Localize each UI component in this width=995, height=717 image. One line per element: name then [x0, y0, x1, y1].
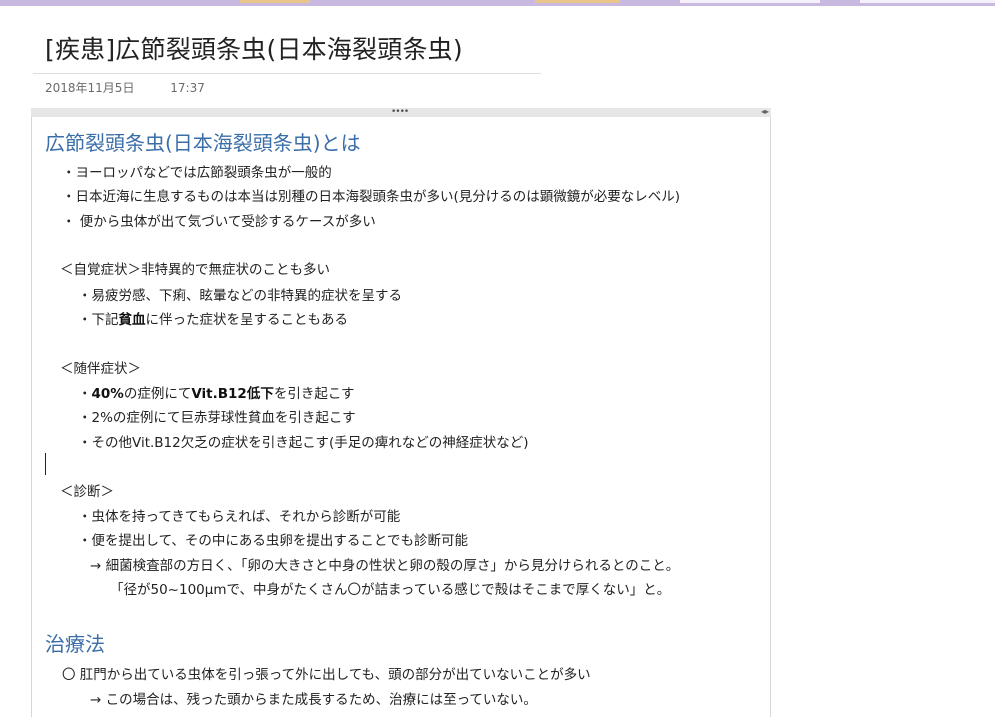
- section-heading-treatment[interactable]: 治療法: [45, 628, 105, 657]
- bold-text: Vit.B12低下: [191, 386, 274, 402]
- note-subheader-diagnosis[interactable]: ＜診断＞: [60, 480, 114, 500]
- page-time: 17:37: [170, 81, 205, 95]
- resize-arrows-icon[interactable]: ◂▸: [761, 108, 769, 116]
- text-run: に伴った症状を呈することもある: [145, 312, 349, 328]
- top-strip-segment: [240, 0, 310, 3]
- note-line[interactable]: ・易疲労感、下痢、眩暈などの非特異的症状を呈する: [78, 284, 402, 304]
- top-strip-segment: [535, 0, 620, 3]
- note-line[interactable]: ・2%の症例にて巨赤芽球性貧血を引き起こす: [78, 406, 356, 426]
- note-line[interactable]: ・便を提出して、その中にある虫卵を提出することでも診断可能: [78, 529, 468, 549]
- text-cursor: [45, 453, 46, 475]
- text-run: ・: [78, 386, 92, 402]
- note-line[interactable]: ・下記貧血に伴った症状を呈することもある: [78, 308, 348, 328]
- drag-grip-icon[interactable]: ••••: [391, 108, 409, 117]
- note-line[interactable]: ・ヨーロッパなどでは広節裂頭条虫が一般的: [62, 161, 332, 181]
- bold-text: 貧血: [118, 312, 146, 328]
- page-date: 2018年11月5日: [45, 81, 135, 95]
- title-divider: [33, 73, 541, 74]
- page-title[interactable]: [疾患]広節裂頭条虫(日本海裂頭条虫): [45, 30, 463, 66]
- text-run: の症例にて: [123, 386, 192, 402]
- note-subheader-symptoms[interactable]: ＜自覚症状＞非特異的で無症状のことも多い: [60, 258, 330, 278]
- note-line[interactable]: 〇 肛門から出ている虫体を引っ張って外に出しても、頭の部分が出ていないことが多い: [62, 663, 591, 683]
- bold-text: 40%: [91, 386, 124, 402]
- note-line[interactable]: ・その他Vit.B12欠乏の症状を引き起こす(手足の痺れなどの神経症状など): [78, 431, 528, 451]
- text-run: ・下記: [78, 312, 119, 328]
- section-heading-about[interactable]: 広節裂頭条虫(日本海裂頭条虫)とは: [45, 127, 361, 156]
- note-line[interactable]: ・ 便から虫体が出て気づいて受診するケースが多い: [62, 210, 376, 230]
- top-strip-segment: [860, 0, 995, 3]
- text-run: を引き起こす: [273, 386, 355, 402]
- note-line[interactable]: → 細菌検査部の方日く、「卵の大きさと中身の性状と卵の殻の厚さ」から見分けられる…: [90, 554, 679, 574]
- note-subheader-accompanying[interactable]: ＜随伴症状＞: [60, 357, 141, 377]
- note-line[interactable]: 「径が50~100μmで、中身がたくさん〇が詰まっている感じで殻はそこまで厚くな…: [110, 578, 670, 598]
- note-container-handle[interactable]: •••• ◂▸: [31, 108, 771, 117]
- note-line[interactable]: ・40%の症例にてVit.B12低下を引き起こす: [78, 382, 355, 402]
- page-meta: 2018年11月5日 17:37: [45, 79, 205, 96]
- top-strip-segment: [680, 0, 820, 3]
- note-line[interactable]: ・虫体を持ってきてもらえれば、それから診断が可能: [78, 505, 400, 525]
- note-line[interactable]: → この場合は、残った頭からまた成長するため、治療には至っていない。: [90, 688, 537, 708]
- window-top-strip: [0, 0, 995, 6]
- note-line[interactable]: ・日本近海に生息するものは本当は別種の日本海裂頭条虫が多い(見分けるのは顕微鏡が…: [62, 185, 680, 205]
